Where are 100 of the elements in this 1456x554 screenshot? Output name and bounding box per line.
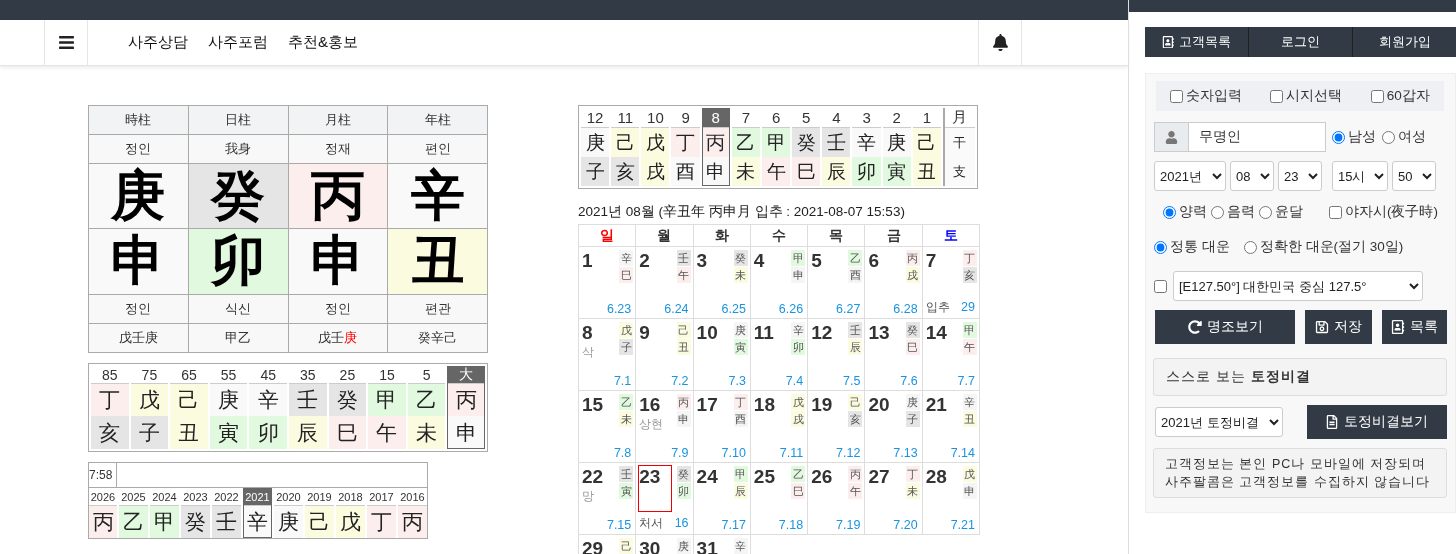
day-cell[interactable]: 28 戊 申 7.21	[922, 463, 980, 535]
day-number: 28	[925, 466, 947, 488]
branch-cell: 亥	[611, 157, 640, 186]
stem-cell: 丙	[288, 164, 389, 229]
day-cell[interactable]: 15 乙 未 7.8	[579, 391, 637, 463]
day-stem: 戊	[963, 466, 977, 482]
nav-link[interactable]: 사주포럼	[208, 33, 268, 52]
day-cell[interactable]: 4 甲 申 6.26	[750, 247, 809, 319]
radio-button[interactable]	[1259, 205, 1272, 219]
radio-button[interactable]	[1154, 240, 1167, 254]
day-cell[interactable]: 11 辛 卯 7.4	[750, 319, 809, 391]
checkbox[interactable]	[1370, 89, 1384, 103]
day-cell[interactable]: 3 癸 未 6.25	[693, 247, 751, 319]
day-cell[interactable]: 2 壬 午 6.24	[636, 247, 694, 319]
radio-button[interactable]	[1211, 205, 1224, 219]
checkbox[interactable]	[1270, 89, 1284, 103]
day-cell[interactable]: 23 癸 卯 처서 16	[636, 463, 694, 535]
stem-cell: 辛	[852, 128, 881, 157]
day-number: 18	[753, 394, 775, 416]
day-cell[interactable]: 16 상현 丙 申 7.9	[636, 391, 694, 463]
day-cell[interactable]: 6 丙 戌 6.28	[865, 247, 923, 319]
lunar-date: 6.26	[778, 302, 804, 316]
month-header[interactable]: 8	[701, 108, 730, 128]
branch-cell: 巳	[792, 157, 821, 186]
day-cell[interactable]: 19 己 亥 7.12	[808, 391, 866, 463]
day-cell[interactable]: 22 망 壬 寅 7.15	[579, 463, 637, 535]
day-cell[interactable]: 8 삭 戊 子 7.1	[579, 319, 637, 391]
day-cell[interactable]: 13 癸 巳 7.6	[865, 319, 923, 391]
day-number: 21	[925, 394, 947, 416]
header-button[interactable]: 회원가입	[1353, 27, 1456, 57]
radio-button[interactable]	[1163, 205, 1176, 219]
day-cell[interactable]: 20 庚 子 7.13	[865, 391, 923, 463]
day-stem: 癸	[905, 322, 920, 338]
stem-cell: 庚	[581, 128, 610, 157]
lunar-date: 7.21	[950, 518, 975, 532]
branch-cell: 寅	[209, 416, 248, 449]
nav-link[interactable]: 사주상담	[128, 33, 188, 52]
checkbox[interactable]	[1329, 205, 1342, 219]
stem-cell: 壬	[289, 384, 327, 416]
day-branch: 亥	[963, 267, 977, 283]
day-cell[interactable]: 7 丁 亥 입추 29	[922, 247, 980, 319]
day-stem: 甲	[791, 250, 806, 266]
day-stem: 己	[619, 538, 634, 554]
radio-button[interactable]	[1332, 130, 1345, 144]
stem-cell: 己	[611, 128, 640, 157]
day-stem: 丁	[905, 466, 920, 482]
stem-cell: 丙	[447, 384, 485, 416]
date-select[interactable]: 15시	[1332, 161, 1388, 191]
age-header[interactable]: 大	[447, 366, 485, 384]
day-stem: 庚	[905, 394, 920, 410]
stem-cell: 丙	[701, 128, 730, 157]
radio-button[interactable]	[1243, 240, 1257, 254]
lunar-date: 7.14	[950, 446, 975, 460]
action-button[interactable]: 목록	[1381, 310, 1447, 344]
day-branch: 子	[619, 339, 634, 355]
action-button[interactable]: 저장	[1305, 310, 1372, 344]
name-field[interactable]: 무명인	[1189, 122, 1326, 152]
day-cell[interactable]: 14 甲 午 7.7	[922, 319, 980, 391]
lunar-date: 7.15	[606, 518, 632, 532]
checkbox[interactable]	[1154, 279, 1167, 293]
branch-cell: 卯	[188, 229, 289, 295]
day-cell[interactable]: 5 乙 酉 6.27	[808, 247, 866, 319]
day-cell[interactable]: 9 己 丑 7.2	[636, 319, 694, 391]
header-button[interactable]: 로그인	[1249, 27, 1352, 57]
day-cell[interactable]: 27 丁 未 7.20	[865, 463, 923, 535]
day-cell[interactable]: 12 壬 辰 7.5	[808, 319, 866, 391]
day-cell[interactable]: 25 乙 巳 7.18	[750, 463, 809, 535]
branch-cell: 子	[581, 157, 610, 186]
lunar-date: 7.7	[957, 374, 975, 388]
date-select[interactable]: 2021년	[1154, 161, 1226, 191]
branch-cell: 戌	[641, 157, 670, 186]
date-select[interactable]: 50	[1392, 161, 1436, 191]
date-select[interactable]: 08	[1230, 161, 1274, 191]
lunar-date: 7.3	[728, 374, 746, 388]
lunar-date: 6.27	[836, 302, 861, 316]
tojung-select[interactable]: 2021년 토정비결	[1155, 407, 1283, 437]
checkbox[interactable]	[1170, 89, 1184, 103]
day-cell[interactable]: 24 甲 辰 7.17	[693, 463, 751, 535]
year-header[interactable]: 2021	[243, 488, 272, 506]
radio-button[interactable]	[1382, 130, 1395, 144]
day-cell[interactable]: 21 辛 丑 7.14	[922, 391, 980, 463]
bell-icon[interactable]	[991, 34, 1009, 51]
day-stem: 丙	[905, 250, 920, 266]
stem-cell: 丁	[367, 506, 396, 538]
stem-cell: 癸	[792, 128, 821, 157]
day-cell[interactable]: 10 庚 寅 7.3	[693, 319, 751, 391]
action-button[interactable]: 명조보기	[1155, 310, 1296, 344]
day-branch: 未	[619, 411, 634, 427]
header-button[interactable]: 고객목록	[1145, 27, 1248, 57]
day-stem: 壬	[619, 466, 634, 482]
tojung-button[interactable]: 토정비결보기	[1306, 405, 1447, 439]
day-cell[interactable]: 18 戊 戌 7.11	[750, 391, 809, 463]
menu-icon[interactable]	[57, 34, 75, 51]
nav-link[interactable]: 추천&홍보	[288, 33, 358, 52]
day-cell[interactable]: 17 丁 酉 7.10	[693, 391, 751, 463]
location-select[interactable]: [E127.50°] 대한민국 중심 127.5°	[1173, 271, 1423, 301]
day-stem: 壬	[676, 250, 691, 266]
day-cell[interactable]: 26 丙 午 7.19	[808, 463, 866, 535]
day-cell[interactable]: 1 辛 巳 6.23	[579, 247, 637, 319]
date-select[interactable]: 23	[1278, 161, 1322, 191]
